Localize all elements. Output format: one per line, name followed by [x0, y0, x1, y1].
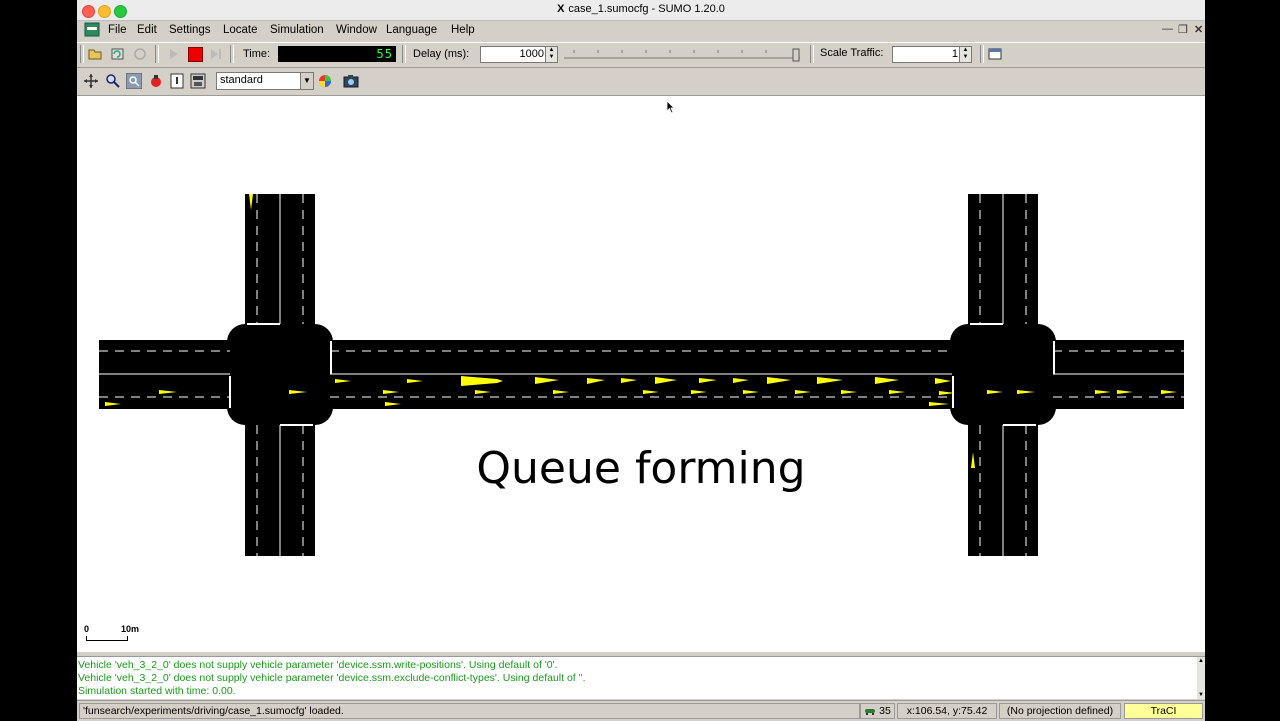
title-bar: Xcase_1.sumocfg - SUMO 1.20.0 [77, 0, 1205, 21]
sumo-window: Xcase_1.sumocfg - SUMO 1.20.0 File Edit … [77, 0, 1205, 721]
message-window[interactable]: Vehicle 'veh_3_2_0' does not supply vehi… [77, 656, 1205, 699]
locate-vehicle-icon[interactable] [148, 73, 164, 89]
projection-info: (No projection defined) [999, 703, 1121, 719]
toolbar-separator [980, 45, 984, 63]
new-view-icon[interactable] [988, 48, 1002, 60]
vehicle-count-box: 35 [860, 703, 895, 719]
color-scheme-select[interactable]: standard ▼ [216, 72, 314, 90]
delay-input[interactable]: 1000 ▲ ▼ [480, 46, 558, 63]
menu-window[interactable]: Window [336, 24, 377, 36]
message-scrollbar[interactable]: ▲ ▼ [1197, 657, 1205, 699]
close-simulation-icon[interactable] [133, 47, 148, 61]
window-title: Xcase_1.sumocfg - SUMO 1.20.0 [77, 3, 1205, 15]
left-junction [227, 324, 333, 425]
simulation-view[interactable]: Queue forming 0 10m [77, 96, 1205, 652]
stop-icon[interactable] [188, 47, 203, 62]
scale-bar [86, 636, 128, 641]
reload-icon[interactable] [110, 47, 125, 61]
scale-spinner-icon[interactable]: ▲ ▼ [959, 47, 971, 62]
delay-spinner-icon[interactable]: ▲ ▼ [545, 47, 557, 62]
mouse-cursor-icon [666, 100, 675, 114]
delay-slider[interactable] [564, 48, 800, 62]
view-settings-icon[interactable] [190, 73, 206, 89]
toolbar-separator [80, 45, 84, 63]
scale-start-label: 0 [84, 624, 90, 634]
overlay-caption: Queue forming [476, 443, 806, 494]
step-icon[interactable] [209, 47, 223, 61]
time-display: 55 [278, 46, 396, 62]
right-junction [950, 324, 1056, 425]
time-label: Time: [243, 48, 271, 60]
simulation-toolbar: Time: 55 Delay (ms): 1000 ▲ ▼ Scale Traff… [77, 42, 1205, 68]
menu-language[interactable]: Language [386, 24, 437, 36]
menu-simulation[interactable]: Simulation [270, 24, 324, 36]
chevron-down-icon[interactable]: ▼ [300, 73, 313, 89]
sumo-app-icon[interactable] [84, 22, 100, 37]
scale-traffic-value: 1 [951, 48, 958, 60]
menu-help[interactable]: Help [451, 24, 475, 36]
open-folder-icon[interactable] [88, 47, 103, 61]
toolbar-separator [155, 45, 159, 63]
recenter-view-icon[interactable] [83, 73, 99, 89]
locate-junction-icon[interactable] [126, 73, 142, 89]
delay-slider-thumb [792, 48, 800, 62]
status-bar: 'funsearch/experiments/driving/case_1.su… [77, 700, 1205, 721]
toolbar-separator [230, 45, 234, 63]
menu-edit[interactable]: Edit [137, 24, 157, 36]
scale-traffic-input[interactable]: 1 ▲ ▼ [892, 46, 972, 63]
cursor-coordinates: x:106.54, y:75.42 [897, 703, 997, 719]
message-line: Vehicle 'veh_3_2_0' does not supply vehi… [78, 672, 586, 684]
scale-traffic-label: Scale Traffic: [820, 47, 884, 59]
menu-file[interactable]: File [108, 24, 127, 36]
x11-icon: X [557, 3, 565, 15]
zoom-icon[interactable] [105, 73, 121, 89]
car-icon [865, 709, 876, 716]
color-scheme-value: standard [220, 74, 263, 86]
traci-indicator: TraCI [1124, 703, 1203, 719]
scroll-up-icon[interactable]: ▲ [1197, 657, 1205, 665]
mdi-restore-icon[interactable]: ❐ [1178, 23, 1188, 36]
time-value: 55 [376, 47, 393, 61]
run-icon[interactable] [167, 47, 181, 61]
locate-tls-icon[interactable] [169, 73, 185, 89]
screenshot-camera-icon[interactable] [343, 74, 359, 88]
mdi-minimize-icon[interactable]: — [1162, 23, 1173, 35]
view-toolbar: standard ▼ [77, 68, 1205, 96]
menu-bar: File Edit Settings Locate Simulation Win… [77, 21, 1205, 40]
mdi-close-icon[interactable]: ✕ [1194, 23, 1203, 36]
vehicle-count: 35 [879, 705, 891, 717]
message-line: Vehicle 'veh_3_2_0' does not supply vehi… [78, 659, 558, 671]
message-line: Simulation started with time: 0.00. [78, 685, 236, 697]
menu-locate[interactable]: Locate [223, 24, 258, 36]
status-message: 'funsearch/experiments/driving/case_1.su… [79, 703, 860, 719]
road-network[interactable] [77, 96, 1205, 652]
scroll-down-icon[interactable]: ▼ [1197, 691, 1205, 699]
delay-label: Delay (ms): [413, 48, 470, 60]
toolbar-separator [810, 45, 814, 63]
menu-settings[interactable]: Settings [169, 24, 211, 36]
window-title-text: case_1.sumocfg - SUMO 1.20.0 [568, 3, 725, 15]
toolbar-separator [402, 45, 406, 63]
color-wheel-icon[interactable] [317, 73, 333, 89]
scale-end-label: 10m [121, 624, 140, 634]
delay-value: 1000 [519, 48, 544, 60]
